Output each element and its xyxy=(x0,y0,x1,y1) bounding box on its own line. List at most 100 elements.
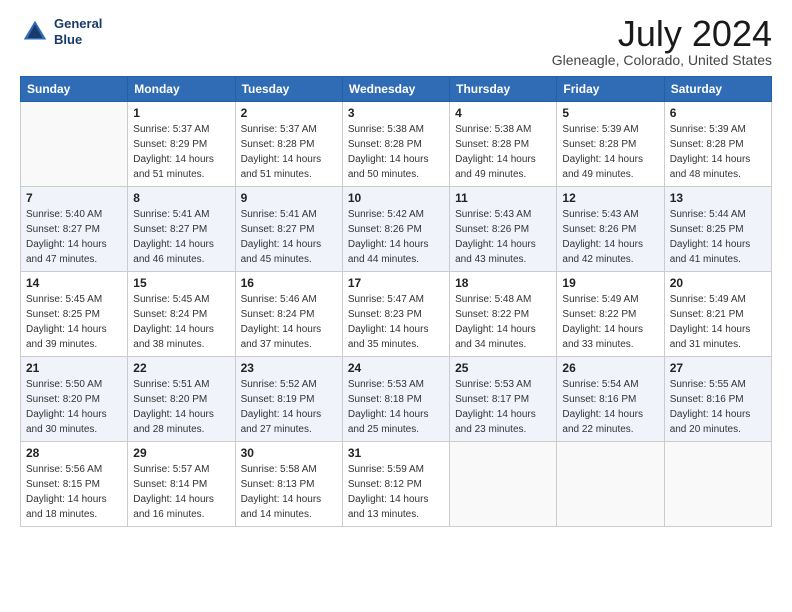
day-info: Sunrise: 5:59 AM Sunset: 8:12 PM Dayligh… xyxy=(348,462,444,522)
sunrise-text: Sunrise: 5:51 AM xyxy=(133,379,209,390)
main-container: General Blue July 2024 Gleneagle, Colora… xyxy=(0,0,792,537)
day-info: Sunrise: 5:51 AM Sunset: 8:20 PM Dayligh… xyxy=(133,377,229,437)
day-info: Sunrise: 5:41 AM Sunset: 8:27 PM Dayligh… xyxy=(241,207,337,267)
daylight-text: Daylight: 14 hours and 22 minutes. xyxy=(562,409,643,435)
week-row-1: 1 Sunrise: 5:37 AM Sunset: 8:29 PM Dayli… xyxy=(21,102,772,187)
day-info: Sunrise: 5:57 AM Sunset: 8:14 PM Dayligh… xyxy=(133,462,229,522)
sunrise-text: Sunrise: 5:46 AM xyxy=(241,294,317,305)
title-block: July 2024 Gleneagle, Colorado, United St… xyxy=(552,16,772,68)
daylight-text: Daylight: 14 hours and 50 minutes. xyxy=(348,154,429,180)
daylight-text: Daylight: 14 hours and 45 minutes. xyxy=(241,239,322,265)
page-title: July 2024 xyxy=(552,16,772,52)
daylight-text: Daylight: 14 hours and 34 minutes. xyxy=(455,324,536,350)
sunset-text: Sunset: 8:18 PM xyxy=(348,394,422,405)
sunrise-text: Sunrise: 5:59 AM xyxy=(348,464,424,475)
header-row: Sunday Monday Tuesday Wednesday Thursday… xyxy=(21,77,772,102)
day-number: 1 xyxy=(133,106,229,120)
sunrise-text: Sunrise: 5:49 AM xyxy=(562,294,638,305)
calendar-cell: 5 Sunrise: 5:39 AM Sunset: 8:28 PM Dayli… xyxy=(557,102,664,187)
day-info: Sunrise: 5:45 AM Sunset: 8:25 PM Dayligh… xyxy=(26,292,122,352)
calendar-cell: 26 Sunrise: 5:54 AM Sunset: 8:16 PM Dayl… xyxy=(557,357,664,442)
day-info: Sunrise: 5:42 AM Sunset: 8:26 PM Dayligh… xyxy=(348,207,444,267)
logo-text: General Blue xyxy=(54,16,102,47)
day-number: 8 xyxy=(133,191,229,205)
sunrise-text: Sunrise: 5:53 AM xyxy=(348,379,424,390)
day-number: 7 xyxy=(26,191,122,205)
sunrise-text: Sunrise: 5:52 AM xyxy=(241,379,317,390)
sunrise-text: Sunrise: 5:56 AM xyxy=(26,464,102,475)
sunset-text: Sunset: 8:28 PM xyxy=(670,139,744,150)
day-number: 27 xyxy=(670,361,766,375)
day-info: Sunrise: 5:49 AM Sunset: 8:21 PM Dayligh… xyxy=(670,292,766,352)
calendar-cell: 13 Sunrise: 5:44 AM Sunset: 8:25 PM Dayl… xyxy=(664,187,771,272)
day-number: 16 xyxy=(241,276,337,290)
sunset-text: Sunset: 8:29 PM xyxy=(133,139,207,150)
day-number: 11 xyxy=(455,191,551,205)
sunrise-text: Sunrise: 5:39 AM xyxy=(562,124,638,135)
sunset-text: Sunset: 8:26 PM xyxy=(348,224,422,235)
day-info: Sunrise: 5:53 AM Sunset: 8:17 PM Dayligh… xyxy=(455,377,551,437)
day-number: 26 xyxy=(562,361,658,375)
sunset-text: Sunset: 8:28 PM xyxy=(562,139,636,150)
sunset-text: Sunset: 8:20 PM xyxy=(133,394,207,405)
day-number: 17 xyxy=(348,276,444,290)
daylight-text: Daylight: 14 hours and 47 minutes. xyxy=(26,239,107,265)
sunrise-text: Sunrise: 5:38 AM xyxy=(348,124,424,135)
calendar-cell: 17 Sunrise: 5:47 AM Sunset: 8:23 PM Dayl… xyxy=(342,272,449,357)
day-number: 31 xyxy=(348,446,444,460)
day-info: Sunrise: 5:43 AM Sunset: 8:26 PM Dayligh… xyxy=(562,207,658,267)
logo: General Blue xyxy=(20,16,102,47)
sunset-text: Sunset: 8:27 PM xyxy=(241,224,315,235)
sunset-text: Sunset: 8:16 PM xyxy=(562,394,636,405)
sunrise-text: Sunrise: 5:55 AM xyxy=(670,379,746,390)
daylight-text: Daylight: 14 hours and 51 minutes. xyxy=(133,154,214,180)
day-info: Sunrise: 5:39 AM Sunset: 8:28 PM Dayligh… xyxy=(562,122,658,182)
header-sunday: Sunday xyxy=(21,77,128,102)
daylight-text: Daylight: 14 hours and 51 minutes. xyxy=(241,154,322,180)
calendar-cell: 29 Sunrise: 5:57 AM Sunset: 8:14 PM Dayl… xyxy=(128,442,235,527)
calendar-cell: 18 Sunrise: 5:48 AM Sunset: 8:22 PM Dayl… xyxy=(450,272,557,357)
day-number: 24 xyxy=(348,361,444,375)
day-info: Sunrise: 5:55 AM Sunset: 8:16 PM Dayligh… xyxy=(670,377,766,437)
day-info: Sunrise: 5:46 AM Sunset: 8:24 PM Dayligh… xyxy=(241,292,337,352)
sunrise-text: Sunrise: 5:40 AM xyxy=(26,209,102,220)
daylight-text: Daylight: 14 hours and 42 minutes. xyxy=(562,239,643,265)
sunset-text: Sunset: 8:27 PM xyxy=(26,224,100,235)
day-info: Sunrise: 5:45 AM Sunset: 8:24 PM Dayligh… xyxy=(133,292,229,352)
calendar-cell: 22 Sunrise: 5:51 AM Sunset: 8:20 PM Dayl… xyxy=(128,357,235,442)
day-info: Sunrise: 5:54 AM Sunset: 8:16 PM Dayligh… xyxy=(562,377,658,437)
daylight-text: Daylight: 14 hours and 18 minutes. xyxy=(26,494,107,520)
sunset-text: Sunset: 8:15 PM xyxy=(26,479,100,490)
sunrise-text: Sunrise: 5:41 AM xyxy=(133,209,209,220)
calendar-cell: 25 Sunrise: 5:53 AM Sunset: 8:17 PM Dayl… xyxy=(450,357,557,442)
week-row-3: 14 Sunrise: 5:45 AM Sunset: 8:25 PM Dayl… xyxy=(21,272,772,357)
calendar-cell: 7 Sunrise: 5:40 AM Sunset: 8:27 PM Dayli… xyxy=(21,187,128,272)
sunset-text: Sunset: 8:19 PM xyxy=(241,394,315,405)
daylight-text: Daylight: 14 hours and 44 minutes. xyxy=(348,239,429,265)
calendar-cell xyxy=(557,442,664,527)
day-number: 2 xyxy=(241,106,337,120)
logo-line1: General xyxy=(54,16,102,32)
daylight-text: Daylight: 14 hours and 48 minutes. xyxy=(670,154,751,180)
sunset-text: Sunset: 8:20 PM xyxy=(26,394,100,405)
page-subtitle: Gleneagle, Colorado, United States xyxy=(552,52,772,68)
daylight-text: Daylight: 14 hours and 27 minutes. xyxy=(241,409,322,435)
calendar-cell: 4 Sunrise: 5:38 AM Sunset: 8:28 PM Dayli… xyxy=(450,102,557,187)
day-number: 10 xyxy=(348,191,444,205)
daylight-text: Daylight: 14 hours and 13 minutes. xyxy=(348,494,429,520)
day-number: 3 xyxy=(348,106,444,120)
day-info: Sunrise: 5:40 AM Sunset: 8:27 PM Dayligh… xyxy=(26,207,122,267)
day-info: Sunrise: 5:41 AM Sunset: 8:27 PM Dayligh… xyxy=(133,207,229,267)
calendar-cell: 16 Sunrise: 5:46 AM Sunset: 8:24 PM Dayl… xyxy=(235,272,342,357)
day-number: 14 xyxy=(26,276,122,290)
daylight-text: Daylight: 14 hours and 16 minutes. xyxy=(133,494,214,520)
sunrise-text: Sunrise: 5:49 AM xyxy=(670,294,746,305)
week-row-2: 7 Sunrise: 5:40 AM Sunset: 8:27 PM Dayli… xyxy=(21,187,772,272)
header-saturday: Saturday xyxy=(664,77,771,102)
day-number: 13 xyxy=(670,191,766,205)
daylight-text: Daylight: 14 hours and 35 minutes. xyxy=(348,324,429,350)
calendar-cell: 28 Sunrise: 5:56 AM Sunset: 8:15 PM Dayl… xyxy=(21,442,128,527)
day-number: 9 xyxy=(241,191,337,205)
day-info: Sunrise: 5:39 AM Sunset: 8:28 PM Dayligh… xyxy=(670,122,766,182)
calendar-cell: 15 Sunrise: 5:45 AM Sunset: 8:24 PM Dayl… xyxy=(128,272,235,357)
